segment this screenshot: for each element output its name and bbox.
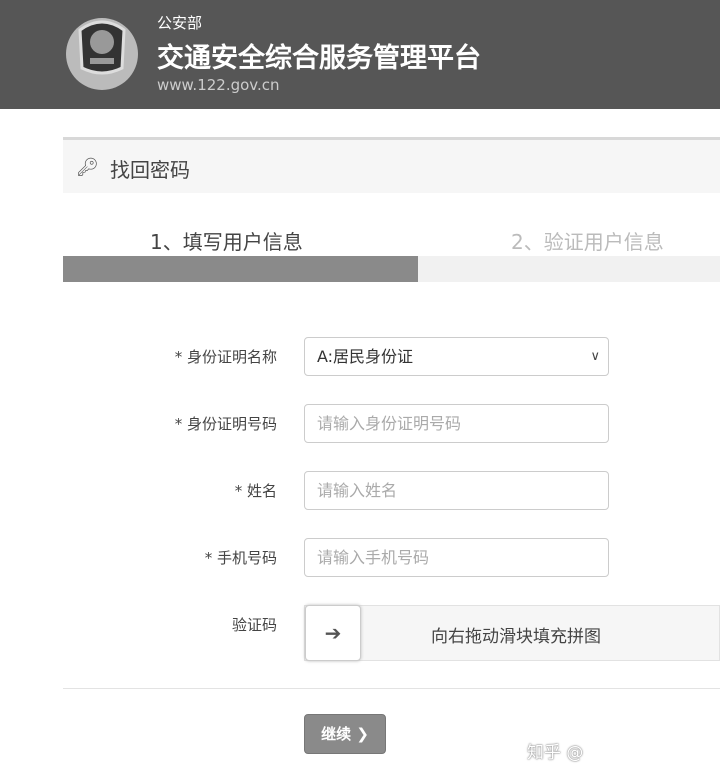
org-name: 公安部 [157,14,203,32]
slider-captcha: ➔ 向右拖动滑块填充拼图 [304,605,720,661]
page-title: 找回密码 [110,158,190,182]
site-header: 公安部 交通安全综合服务管理平台 www.122.gov.cn [0,0,720,109]
panel-header: 🔑︎ 找回密码 [63,137,720,193]
continue-button[interactable]: 继续 ❯ [304,714,386,754]
slider-handle-arrow-icon[interactable]: ➔ [305,605,361,661]
id-type-label: * 身份证明名称 [174,348,277,366]
name-input[interactable]: 请输入姓名 [304,471,609,510]
phone-input[interactable]: 请输入手机号码 [304,538,609,577]
step-progress-fill [63,256,418,282]
step-1-label: 1、填写用户信息 [150,230,303,254]
id-number-label: * 身份证明号码 [174,415,277,433]
captcha-label: 验证码 [231,616,277,634]
id-type-select[interactable]: A:居民身份证 ∨ [304,337,609,376]
chevron-down-icon: ∨ [590,349,600,364]
captcha-hint: 向右拖动滑块填充拼图 [431,627,601,647]
step-2-label: 2、验证用户信息 [511,230,664,254]
chevron-right-icon: ❯ [356,725,369,743]
name-label: * 姓名 [234,482,277,500]
continue-label: 继续 [321,725,352,743]
divider [63,688,720,689]
key-icon: 🔑︎ [76,157,99,178]
site-url: www.122.gov.cn [157,76,280,94]
step-progress-bar [63,256,720,282]
watermark: 知乎 @ [527,743,584,763]
id-type-value: A:居民身份证 [317,347,414,366]
phone-label: * 手机号码 [204,549,277,567]
police-emblem-logo [66,18,138,90]
id-number-input[interactable]: 请输入身份证明号码 [304,404,609,443]
site-title: 交通安全综合服务管理平台 [157,43,481,74]
